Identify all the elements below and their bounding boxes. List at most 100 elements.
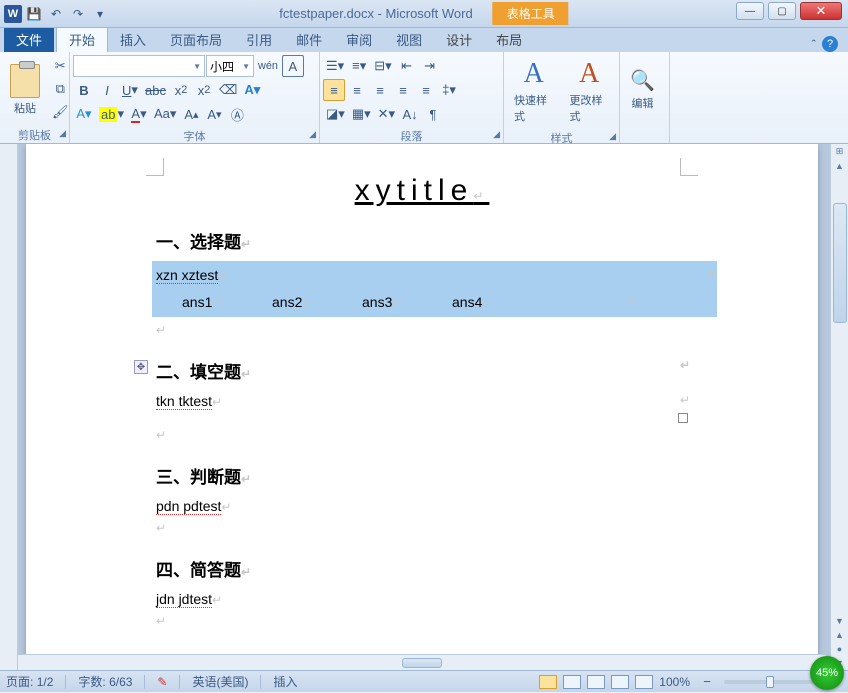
tab-mailings[interactable]: 邮件 <box>284 27 334 52</box>
copy-icon[interactable]: ⧉ <box>49 78 72 100</box>
zoom-slider[interactable] <box>724 680 814 684</box>
outline-view-icon[interactable] <box>611 675 629 689</box>
qat-customize-icon[interactable]: ▾ <box>90 4 110 24</box>
answers-row[interactable]: ans1↵ ans2↵ ans3↵ ans4↵ ↵ <box>152 284 717 311</box>
sort-icon[interactable]: A↓ <box>399 103 421 125</box>
change-case-icon[interactable]: Aa▾ <box>151 103 179 125</box>
show-marks-icon[interactable]: ¶ <box>422 103 444 125</box>
web-layout-view-icon[interactable] <box>587 675 605 689</box>
word-count[interactable]: 字数: 6/63 <box>78 673 132 690</box>
quick-styles-button[interactable]: A 快速样式 <box>507 55 561 127</box>
tab-home[interactable]: 开始 <box>56 26 108 52</box>
selected-table[interactable]: xzn xztest↵↵ ans1↵ ans2↵ ans3↵ ans4↵ ↵ <box>152 261 717 317</box>
font-color-icon[interactable]: A▾ <box>128 103 150 125</box>
superscript-button[interactable]: x2 <box>193 79 215 101</box>
align-center-icon[interactable]: ≡ <box>346 79 368 101</box>
minimize-button[interactable]: — <box>736 2 764 20</box>
multilevel-list-icon[interactable]: ⊟▾ <box>371 55 394 77</box>
tab-table-design[interactable]: 设计 <box>434 27 484 52</box>
section-3-line[interactable]: pdn pdtest↵ <box>156 498 688 515</box>
help-icon[interactable]: ? <box>822 36 838 52</box>
decrease-indent-icon[interactable]: ⇤ <box>396 55 418 77</box>
distributed-icon[interactable]: ≡ <box>415 79 437 101</box>
table-resize-handle-icon[interactable] <box>678 413 688 423</box>
numbering-icon[interactable]: ≡▾ <box>348 55 370 77</box>
phonetic-guide-icon[interactable]: wén <box>255 55 281 77</box>
section-4-heading[interactable]: 四、简答题↵ <box>156 556 688 581</box>
highlight-icon[interactable]: ab▾ <box>96 103 127 125</box>
cut-icon[interactable]: ✂ <box>49 55 72 77</box>
tab-review[interactable]: 审阅 <box>334 27 384 52</box>
prev-page-icon[interactable]: ▲ <box>833 628 846 642</box>
vertical-scrollbar[interactable]: ⊞ ▲ ▼ ▲ ● ▼ <box>830 144 848 670</box>
language-indicator[interactable]: 英语(美国) <box>192 673 248 690</box>
asian-layout-icon[interactable]: ✕▾ <box>375 103 398 125</box>
horizontal-scrollbar[interactable] <box>18 654 826 670</box>
print-layout-view-icon[interactable] <box>539 675 557 689</box>
bullets-icon[interactable]: ☰▾ <box>323 55 347 77</box>
italic-button[interactable]: I <box>96 79 118 101</box>
page[interactable]: xytitle↵ 一、选择题↵ xzn xztest↵↵ ans1↵ ans2↵… <box>26 144 818 659</box>
fullscreen-reading-view-icon[interactable] <box>563 675 581 689</box>
section-2-line[interactable]: tkn tktest↵↵ <box>156 393 688 410</box>
strikethrough-button[interactable]: abc <box>142 79 169 101</box>
tab-file[interactable]: 文件 <box>4 27 54 52</box>
insert-mode[interactable]: 插入 <box>273 673 297 690</box>
page-indicator[interactable]: 页面: 1/2 <box>6 673 53 690</box>
paste-button[interactable]: 粘贴 <box>3 55 47 124</box>
subscript-button[interactable]: x2 <box>170 79 192 101</box>
zoom-slider-thumb[interactable] <box>766 676 774 688</box>
font-size-select[interactable]: 小四▼ <box>206 55 254 77</box>
section-1-heading[interactable]: 一、选择题↵ <box>156 228 688 253</box>
zoom-out-icon[interactable]: − <box>696 671 718 693</box>
shrink-font-icon[interactable]: A▾ <box>203 103 225 125</box>
close-button[interactable]: ✕ <box>800 2 842 20</box>
char-shading-icon[interactable]: A▾ <box>73 103 95 125</box>
section-3-heading[interactable]: 三、判断题↵ <box>156 463 688 488</box>
shading-icon[interactable]: ◪▾ <box>323 103 348 125</box>
tab-references[interactable]: 引用 <box>234 27 284 52</box>
document-title[interactable]: xytitle↵ <box>156 174 688 208</box>
section-4-line[interactable]: jdn jdtest↵ <box>156 591 688 608</box>
clipboard-launcher-icon[interactable]: ◢ <box>59 128 66 139</box>
undo-icon[interactable]: ↶ <box>46 4 66 24</box>
clear-format-icon[interactable]: ⌫ <box>216 79 240 101</box>
font-family-select[interactable]: ▼ <box>73 55 205 77</box>
scroll-up-icon[interactable]: ▲ <box>833 159 846 173</box>
word-app-icon[interactable]: W <box>4 5 22 23</box>
ruler-toggle-icon[interactable]: ⊞ <box>834 144 846 159</box>
redo-icon[interactable]: ↷ <box>68 4 88 24</box>
underline-button[interactable]: U▾ <box>119 79 141 101</box>
vertical-ruler[interactable] <box>0 144 18 670</box>
draft-view-icon[interactable] <box>635 675 653 689</box>
page-viewport[interactable]: xytitle↵ 一、选择题↵ xzn xztest↵↵ ans1↵ ans2↵… <box>18 144 826 670</box>
browse-object-icon[interactable]: ● <box>835 642 844 656</box>
tab-view[interactable]: 视图 <box>384 27 434 52</box>
align-left-icon[interactable]: ≡ <box>323 79 345 101</box>
tab-insert[interactable]: 插入 <box>108 27 158 52</box>
grow-font-icon[interactable]: A▴ <box>180 103 202 125</box>
justify-icon[interactable]: ≡ <box>392 79 414 101</box>
table-move-handle-icon[interactable]: ✥ <box>134 360 148 374</box>
font-launcher-icon[interactable]: ◢ <box>309 129 316 140</box>
enclose-char-icon[interactable]: Ⓐ <box>226 103 248 125</box>
tab-table-layout[interactable]: 布局 <box>484 27 534 52</box>
line-spacing-icon[interactable]: ‡▾ <box>438 79 460 101</box>
bold-button[interactable]: B <box>73 79 95 101</box>
save-icon[interactable]: 💾 <box>24 4 44 24</box>
scroll-thumb[interactable] <box>833 203 847 323</box>
text-effects-icon[interactable]: A▾ <box>241 79 263 101</box>
increase-indent-icon[interactable]: ⇥ <box>419 55 441 77</box>
zoom-level[interactable]: 100% <box>659 675 690 689</box>
styles-launcher-icon[interactable]: ◢ <box>609 131 616 142</box>
editing-button[interactable]: 🔍 编辑 <box>623 55 662 124</box>
minimize-ribbon-icon[interactable]: ˆ <box>812 37 816 52</box>
format-painter-icon[interactable]: 🖌 <box>49 101 72 123</box>
tab-page-layout[interactable]: 页面布局 <box>158 27 234 52</box>
section-2-heading[interactable]: 二、填空题↵↵ <box>156 358 688 383</box>
borders-icon[interactable]: ▦▾ <box>349 103 374 125</box>
scroll-down-icon[interactable]: ▼ <box>833 614 846 628</box>
change-styles-button[interactable]: A 更改样式 <box>563 55 617 127</box>
hscroll-thumb[interactable] <box>402 658 442 668</box>
maximize-button[interactable]: ▢ <box>768 2 796 20</box>
